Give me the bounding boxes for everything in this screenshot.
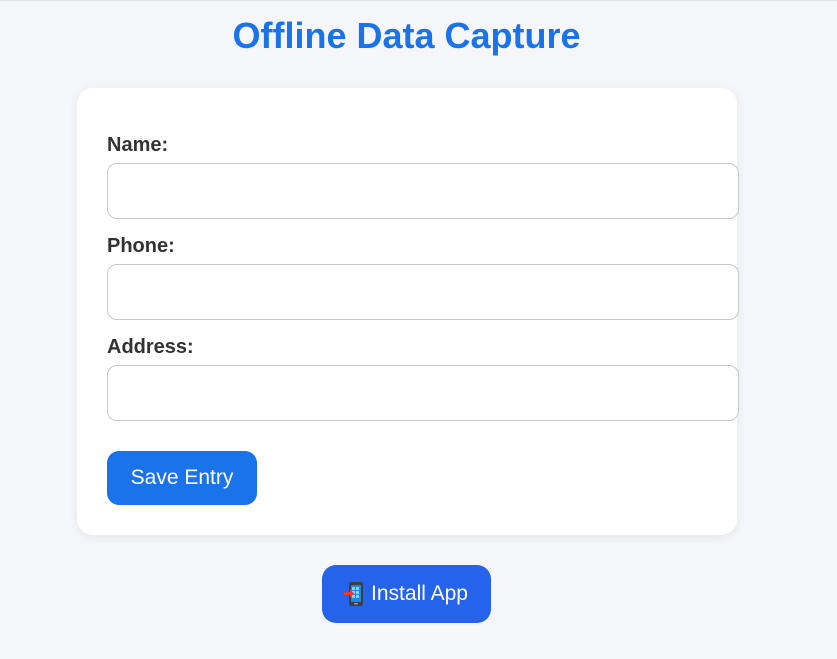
save-entry-button[interactable]: Save Entry xyxy=(107,451,257,505)
phone-input[interactable] xyxy=(107,264,739,320)
install-app-label: Install App xyxy=(371,582,468,605)
install-app-button[interactable]: Install App xyxy=(322,565,491,623)
phone-label: Phone: xyxy=(107,235,175,257)
mobile-phone-with-arrow-icon xyxy=(344,582,365,606)
name-label: Name: xyxy=(107,134,169,156)
address-label: Address: xyxy=(107,336,194,358)
address-input[interactable] xyxy=(107,365,739,421)
name-input[interactable] xyxy=(107,163,739,219)
top-divider xyxy=(0,0,837,1)
page-title: Offline Data Capture xyxy=(232,15,581,56)
data-entry-card: Name: Phone: Address: Save Entry xyxy=(77,88,739,535)
